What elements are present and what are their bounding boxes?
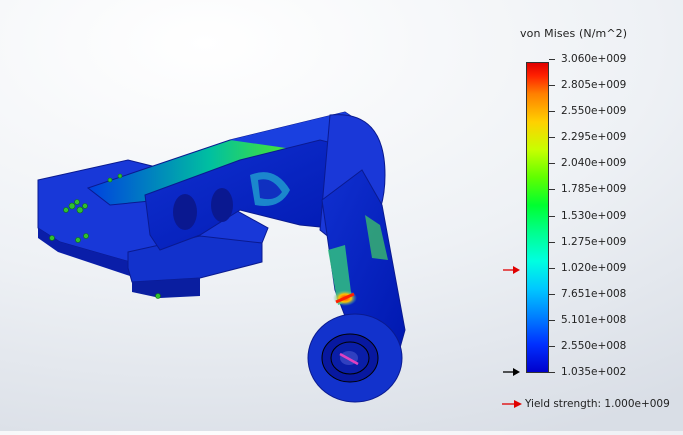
yield-strength-label: Yield strength: 1.000e+009 xyxy=(525,398,670,410)
colorbar-tick xyxy=(549,59,555,60)
colorbar-tick xyxy=(549,293,555,295)
colorbar-tick xyxy=(549,85,555,87)
legend-title: von Mises (N/m^2) xyxy=(520,27,628,40)
colorbar-tick xyxy=(549,345,555,347)
colorbar-tick-label: 2.040e+009 xyxy=(561,157,627,170)
colorbar-tick xyxy=(549,241,555,243)
min-marker-arrow-icon xyxy=(503,368,520,376)
colorbar-tick xyxy=(549,372,555,373)
colorbar-tick-label: 2.550e+009 xyxy=(561,105,627,118)
colorbar-tick-label: 3.060e+009 xyxy=(561,53,627,65)
stress-colorbar xyxy=(526,62,549,373)
colorbar-tick-label: 1.035e+002 xyxy=(561,366,627,378)
red-arrow-icon xyxy=(502,400,522,408)
colorbar-tick xyxy=(549,111,555,113)
colorbar-tick xyxy=(549,137,555,139)
yield-legend-head xyxy=(514,400,522,408)
yield-marker-arrow-icon xyxy=(503,265,520,274)
colorbar-tick xyxy=(549,319,555,321)
yield-strength-row: Yield strength: 1.000e+009 xyxy=(502,397,670,411)
colorbar-tick xyxy=(549,215,555,217)
colorbar-tick-label: 7.651e+008 xyxy=(561,287,627,300)
colorbar-tick-label: 1.020e+009 xyxy=(561,261,627,274)
colorbar-tick xyxy=(549,267,555,269)
colorbar-tick-label: 2.805e+009 xyxy=(561,79,627,92)
yield-marker-head xyxy=(513,265,520,274)
colorbar-tick-label: 1.785e+009 xyxy=(561,183,627,196)
colorbar-tick-label: 2.295e+009 xyxy=(561,131,627,144)
min-marker-head xyxy=(513,368,520,376)
colorbar-tick-label: 5.101e+008 xyxy=(561,313,627,326)
colorbar-tick xyxy=(549,163,555,165)
colorbar-tick-label: 1.275e+009 xyxy=(561,235,627,248)
colorbar-tick-label: 1.530e+009 xyxy=(561,209,627,222)
window-2 xyxy=(211,188,233,222)
colorbar-tick-label: 2.550e+008 xyxy=(561,339,627,352)
window-1 xyxy=(173,194,197,230)
colorbar-tick xyxy=(549,189,555,191)
